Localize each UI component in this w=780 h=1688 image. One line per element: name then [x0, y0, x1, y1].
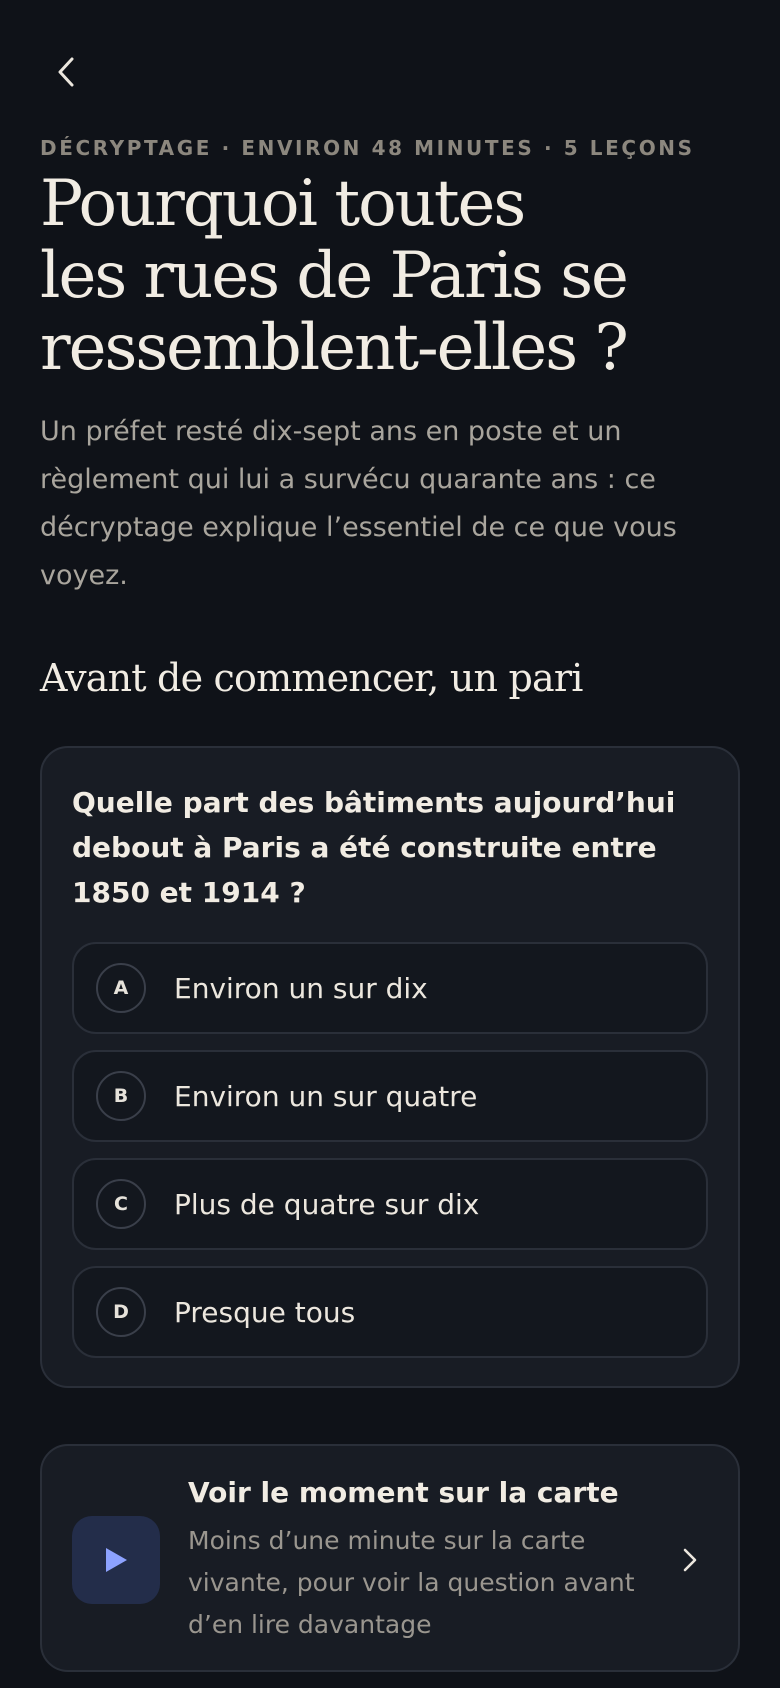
intro-text: Un préfet resté dix-sept ans en poste et…	[40, 416, 677, 591]
quiz-card: Quelle part des bâtiments aujourd’hui de…	[40, 746, 740, 1388]
option-letter-badge: B	[96, 1071, 146, 1121]
chevron-right-icon	[678, 1544, 702, 1576]
option-label: Environ un sur quatre	[174, 1079, 478, 1113]
quiz-option-b[interactable]: B Environ un sur quatre	[72, 1050, 708, 1142]
title-line: les rues de Paris se	[40, 239, 629, 313]
map-moment-card[interactable]: Voir le moment sur la carte Moins d’une …	[40, 1444, 740, 1672]
quiz-option-a[interactable]: A Environ un sur dix	[72, 942, 708, 1034]
option-label: Environ un sur dix	[174, 971, 428, 1005]
page-title: Pourquoi toutes les rues de Paris se res…	[40, 168, 740, 384]
title-line: ressemblent-elles ?	[40, 311, 629, 385]
option-label: Presque tous	[174, 1295, 356, 1329]
section-heading: Avant de commencer, un pari	[40, 656, 583, 700]
quiz-option-c[interactable]: C Plus de quatre sur dix	[72, 1158, 708, 1250]
course-meta: DÉCRYPTAGE · ENVIRON 48 MINUTES · 5 LEÇO…	[40, 136, 695, 160]
option-letter-badge: A	[96, 963, 146, 1013]
quiz-option-d[interactable]: D Presque tous	[72, 1266, 708, 1358]
option-letter-badge: D	[96, 1287, 146, 1337]
play-icon	[106, 1548, 127, 1572]
play-tile	[72, 1516, 160, 1604]
map-card-description: Moins d’une minute sur la carte vivante,…	[188, 1526, 635, 1639]
chevron-left-icon	[58, 57, 74, 87]
option-label: Plus de quatre sur dix	[174, 1187, 480, 1221]
back-button[interactable]	[46, 50, 86, 94]
map-card-title: Voir le moment sur la carte	[188, 1476, 619, 1509]
title-line: Pourquoi toutes	[40, 167, 526, 241]
option-letter-badge: C	[96, 1179, 146, 1229]
quiz-question: Quelle part des bâtiments aujourd’hui de…	[72, 786, 676, 909]
